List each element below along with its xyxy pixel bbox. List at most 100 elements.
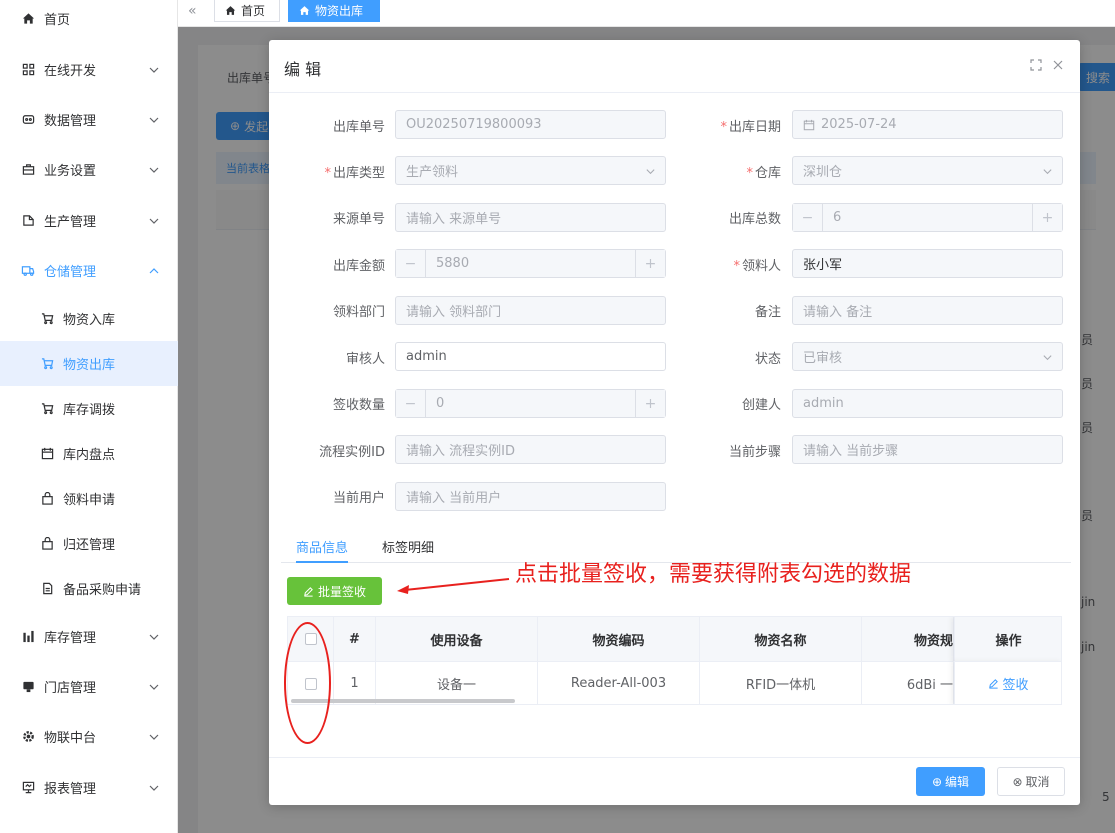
plus-button[interactable]: +	[635, 250, 665, 277]
label-text: 来源单号	[332, 212, 385, 227]
warehouse-select[interactable]: 深圳仓	[792, 156, 1063, 185]
sidebar-item-return[interactable]: 归还管理	[0, 521, 178, 566]
out-date-picker[interactable]: 2025-07-24	[792, 110, 1063, 139]
briefcase-icon	[21, 163, 35, 177]
process-id-label: 流程实例ID	[269, 441, 385, 460]
sidebar-item-label: 数据管理	[44, 114, 97, 129]
placeholder: 请输入 当前用户	[406, 491, 502, 506]
report-icon	[21, 781, 35, 795]
tab-home[interactable]: 首页	[214, 0, 280, 22]
total-stepper[interactable]: −6 +	[792, 203, 1063, 232]
home-icon	[21, 12, 35, 26]
sidebar-item-outbound[interactable]: 物资出库	[0, 341, 178, 386]
placeholder: 请输入 流程实例ID	[406, 444, 515, 459]
plus-button[interactable]: +	[1032, 204, 1062, 231]
sidebar-item-label: 领料申请	[63, 493, 116, 508]
action-cell: 签收	[954, 661, 1061, 704]
label-text: 当前用户	[332, 491, 385, 506]
remark-label: 备注	[665, 301, 781, 320]
receiver-input[interactable]: 张小军	[792, 249, 1063, 278]
dept-input[interactable]: 请输入 领料部门	[395, 296, 666, 325]
signed-qty-stepper[interactable]: −0 +	[395, 389, 666, 418]
out-no-field[interactable]: OU20250719800093	[395, 110, 666, 139]
home-icon	[299, 5, 310, 16]
footer-divider	[269, 757, 1080, 758]
field-value: 2025-07-24	[821, 117, 897, 132]
dept-label: 领料部门	[269, 301, 385, 320]
dialog-title: 编 辑	[284, 60, 322, 79]
current-user-input[interactable]: 请输入 当前用户	[395, 482, 666, 511]
label-text: 流程实例ID	[319, 445, 385, 460]
placeholder: 请输入 备注	[803, 305, 873, 320]
sidebar-item-production[interactable]: 生产管理	[0, 198, 178, 243]
tab-label: 首页	[241, 4, 266, 18]
source-no-input[interactable]: 请输入 来源单号	[395, 203, 666, 232]
chevron-up-icon	[149, 268, 159, 274]
bag-icon	[40, 537, 54, 551]
status-select[interactable]: 已审核	[792, 342, 1063, 371]
sidebar-item-biz-settings[interactable]: 业务设置	[0, 147, 178, 192]
sidebar-item-home[interactable]: 首页	[0, 0, 178, 41]
sidebar: 首页 在线开发 数据管理 业务设置 生产管理 仓储管理 物资入库 物资出库 库存…	[0, 0, 178, 833]
chevron-down-icon	[149, 117, 159, 123]
creator-input[interactable]: admin	[792, 389, 1063, 418]
out-type-select[interactable]: 生产领料	[395, 156, 666, 185]
minus-button[interactable]: −	[396, 250, 426, 277]
confirm-button[interactable]: ⊕ 编辑	[916, 767, 985, 796]
field-value: 0	[436, 396, 445, 411]
tab-goods-info[interactable]: 商品信息	[296, 537, 348, 556]
sidebar-item-online-dev[interactable]: 在线开发	[0, 47, 178, 92]
close-icon[interactable]	[1052, 59, 1064, 71]
tab-bar: « 首页 物资出库	[178, 0, 1115, 27]
sidebar-item-requisition[interactable]: 领料申请	[0, 476, 178, 521]
sidebar-item-transfer[interactable]: 库存调拨	[0, 386, 178, 431]
sidebar-item-label: 物联中台	[44, 731, 97, 746]
field-value: admin	[406, 349, 447, 364]
placeholder: 请输入 来源单号	[406, 212, 502, 227]
sidebar-item-store[interactable]: 门店管理	[0, 664, 178, 709]
out-type-label: * 出库类型	[324, 166, 385, 181]
confirm-label: 编辑	[945, 775, 970, 789]
bar-chart-icon	[21, 630, 35, 644]
remark-input[interactable]: 请输入 备注	[792, 296, 1063, 325]
tab-tag-details[interactable]: 标签明细	[382, 537, 434, 556]
creator-label: 创建人	[665, 394, 781, 413]
sidebar-item-inbound[interactable]: 物资入库	[0, 296, 178, 341]
sidebar-item-label: 报表管理	[44, 782, 97, 797]
cart-icon	[40, 357, 54, 371]
tab-outbound[interactable]: 物资出库	[288, 0, 380, 22]
cancel-label: 取消	[1025, 775, 1050, 789]
sidebar-item-stocktake[interactable]: 库内盘点	[0, 431, 178, 476]
minus-button[interactable]: −	[396, 390, 426, 417]
sign-link-label: 签收	[1002, 678, 1029, 693]
fullscreen-icon[interactable]	[1030, 59, 1042, 71]
amount-stepper[interactable]: −5880 +	[395, 249, 666, 278]
process-id-input[interactable]: 请输入 流程实例ID	[395, 435, 666, 464]
sidebar-item-warehouse[interactable]: 仓储管理	[0, 248, 178, 293]
field-value: 已审核	[803, 351, 843, 366]
sidebar-item-label: 在线开发	[44, 64, 97, 79]
current-step-input[interactable]: 请输入 当前步骤	[792, 435, 1063, 464]
sidebar-item-iot[interactable]: 物联中台	[0, 714, 178, 759]
placeholder: 请输入 当前步骤	[803, 444, 899, 459]
sidebar-item-label: 仓储管理	[44, 265, 97, 280]
sidebar-item-report[interactable]: 报表管理	[0, 765, 178, 810]
label-text: 出库金额	[332, 259, 385, 274]
reviewer-label: 审核人	[269, 348, 385, 367]
chevron-down-icon	[1043, 355, 1052, 361]
minus-button[interactable]: −	[793, 204, 823, 231]
collapse-icon[interactable]: «	[188, 3, 197, 19]
label-text: 领料人	[741, 259, 781, 274]
sidebar-item-label: 生产管理	[44, 215, 97, 230]
label-text: 仓库	[754, 166, 781, 181]
sidebar-item-data-mgmt[interactable]: 数据管理	[0, 97, 178, 142]
sign-link[interactable]: 签收	[988, 674, 1029, 693]
batch-sign-button[interactable]: 批量签收	[287, 577, 382, 605]
sidebar-item-inventory[interactable]: 库存管理	[0, 614, 178, 659]
field-value: OU20250719800093	[406, 117, 542, 132]
sidebar-item-label: 归还管理	[63, 538, 116, 553]
plus-button[interactable]: +	[635, 390, 665, 417]
sidebar-item-purchase[interactable]: 备品采购申请	[0, 566, 178, 611]
cancel-button[interactable]: ⊗ 取消	[997, 767, 1065, 796]
reviewer-input[interactable]: admin	[395, 342, 666, 371]
